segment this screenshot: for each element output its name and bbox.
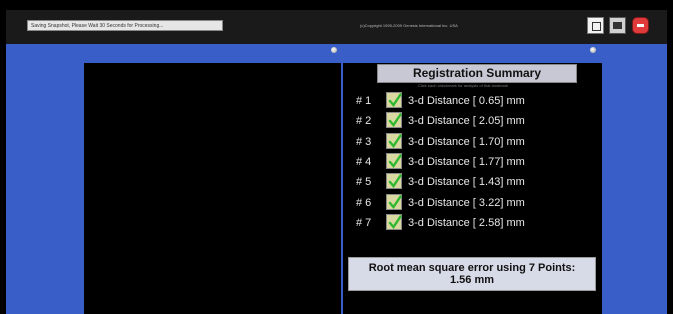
checkmark-icon[interactable]: [386, 193, 402, 210]
rms-value: 1.56 mm: [449, 274, 495, 286]
checkmark-icon[interactable]: [386, 152, 402, 169]
distance-row: # 3 3-d Distance [ 1.70] mm: [356, 132, 576, 152]
rms-label: Root mean square error using 7 Points:: [368, 262, 576, 274]
distance-label: 3-d Distance [ 1.77] mm: [408, 155, 525, 168]
checkmark-icon[interactable]: [386, 92, 402, 108]
distance-row: # 2 3-d Distance [ 2.05] mm: [356, 111, 576, 131]
distance-label: 3-d Distance [ 3.22] mm: [408, 196, 525, 209]
distance-row: # 4 3-d Distance [ 1.77] mm: [356, 152, 576, 172]
landmark-number: # 5: [356, 176, 372, 189]
distance-label: 3-d Distance [ 2.58] mm: [408, 216, 525, 229]
copyright-text: (c)Copyright 1995-2009 Genesis Internati…: [360, 23, 458, 28]
landmark-number: # 6: [356, 196, 372, 209]
film-icon[interactable]: [609, 17, 626, 34]
distance-row: # 7 3-d Distance [ 2.58] mm: [356, 213, 576, 233]
distance-label: 3-d Distance [ 1.43] mm: [408, 176, 525, 189]
checkmark-icon[interactable]: [386, 132, 402, 149]
landmark-number: # 4: [356, 155, 372, 168]
rms-error-box: Root mean square error using 7 Points: 1…: [348, 257, 596, 291]
stop-icon[interactable]: [632, 17, 649, 34]
distance-row: # 1 3-d Distance [ 0.65] mm: [356, 91, 576, 111]
distance-row: # 5 3-d Distance [ 1.43] mm: [356, 172, 576, 192]
checkmark-icon[interactable]: [386, 112, 402, 129]
landmark-number: # 7: [356, 216, 372, 229]
checkmark-icon[interactable]: [386, 213, 402, 230]
splitter-handle-icon[interactable]: [590, 47, 596, 53]
landmark-number: # 1: [356, 95, 372, 107]
distance-label: 3-d Distance [ 2.05] mm: [408, 115, 525, 128]
landmark-number: # 3: [356, 135, 372, 148]
splitter-handle-icon[interactable]: [331, 47, 337, 53]
distance-label: 3-d Distance [ 1.70] mm: [408, 135, 525, 148]
registration-summary-button[interactable]: Registration Summary: [377, 64, 577, 83]
distance-row: # 6 3-d Distance [ 3.22] mm: [356, 193, 576, 213]
checkmark-icon[interactable]: [386, 173, 402, 190]
landmark-number: # 2: [356, 115, 372, 128]
image-viewport[interactable]: [84, 63, 341, 314]
status-message: Saving Snapshot, Please Wait 30 Seconds …: [27, 20, 223, 31]
distance-label: 3-d Distance [ 0.65] mm: [408, 95, 525, 107]
snapshot-icon[interactable]: [587, 17, 604, 34]
summary-subtitle: Click each checkmark for analysis of tha…: [418, 83, 509, 88]
